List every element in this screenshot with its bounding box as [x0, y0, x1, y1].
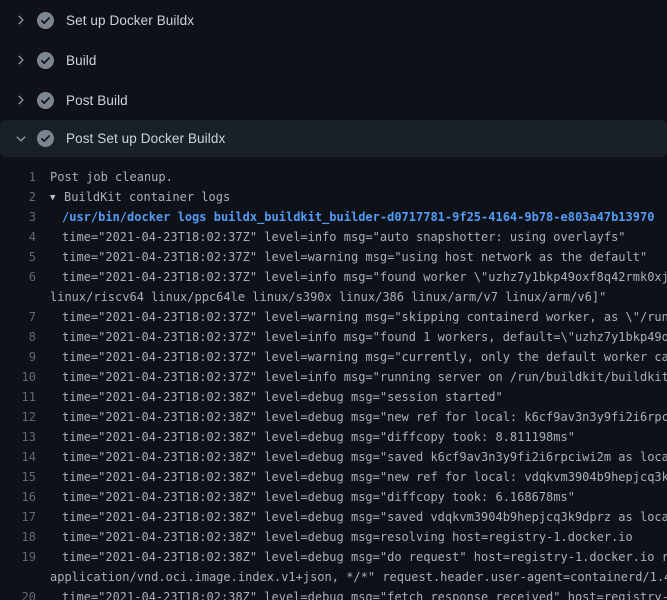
- log-line: 8 time="2021-04-23T18:02:37Z" level=info …: [0, 327, 667, 347]
- chevron-right-icon: [13, 92, 29, 108]
- log-group-toggle[interactable]: ▼BuildKit container logs: [50, 187, 230, 207]
- line-number[interactable]: 18: [0, 527, 36, 547]
- line-number[interactable]: 20: [0, 587, 36, 600]
- log-lines: 1 Post job cleanup. 2 ▼BuildKit container l…: [0, 167, 667, 600]
- line-number[interactable]: 8: [0, 327, 36, 347]
- log-line: 10 time="2021-04-23T18:02:37Z" level=info…: [0, 367, 667, 387]
- step-row-post-set-up-docker-buildx[interactable]: Post Set up Docker Buildx: [0, 120, 667, 157]
- step-list: Set up Docker Buildx Build Post Build: [0, 0, 667, 157]
- log-text: time="2021-04-23T18:02:38Z" level=debug …: [50, 547, 667, 567]
- line-number[interactable]: 4: [0, 227, 36, 247]
- log-line: 17 time="2021-04-23T18:02:38Z" level=debu…: [0, 507, 667, 527]
- line-number[interactable]: 7: [0, 307, 36, 327]
- line-number[interactable]: 10: [0, 367, 36, 387]
- log-text: time="2021-04-23T18:02:37Z" level=warnin…: [50, 247, 647, 267]
- step-label: Post Set up Docker Buildx: [66, 131, 225, 146]
- check-circle-icon: [37, 130, 54, 147]
- chevron-down-icon: [13, 131, 29, 147]
- line-number[interactable]: 15: [0, 467, 36, 487]
- step-label: Build: [66, 53, 97, 68]
- log-command-text: /usr/bin/docker logs buildx_buildkit_bui…: [50, 207, 654, 227]
- log-text: Post job cleanup.: [50, 167, 173, 187]
- log-line: 13 time="2021-04-23T18:02:38Z" level=debu…: [0, 427, 667, 447]
- log-line: 19 time="2021-04-23T18:02:38Z" level=debu…: [0, 547, 667, 567]
- log-line: 7 time="2021-04-23T18:02:37Z" level=warni…: [0, 307, 667, 327]
- log-text: time="2021-04-23T18:02:38Z" level=debug …: [50, 427, 575, 447]
- line-number[interactable]: 9: [0, 347, 36, 367]
- log-text: time="2021-04-23T18:02:38Z" level=debug …: [50, 387, 503, 407]
- line-number[interactable]: 19: [0, 547, 36, 567]
- collapse-triangle-icon: ▼: [50, 188, 64, 207]
- log-line: 15 time="2021-04-23T18:02:38Z" level=debu…: [0, 467, 667, 487]
- check-circle-icon: [37, 12, 54, 29]
- check-circle-icon: [37, 52, 54, 69]
- log-line: application/vnd.oci.image.index.v1+json,…: [0, 567, 667, 587]
- log-text: time="2021-04-23T18:02:37Z" level=info m…: [50, 367, 667, 387]
- line-number[interactable]: 3: [0, 207, 36, 227]
- log-line: 16 time="2021-04-23T18:02:38Z" level=debu…: [0, 487, 667, 507]
- log-line: 3/usr/bin/docker logs buildx_buildkit_bu…: [0, 207, 667, 227]
- workflow-log-viewer: Set up Docker Buildx Build Post Build: [0, 0, 667, 600]
- check-circle-icon: [37, 92, 54, 109]
- log-text: time="2021-04-23T18:02:38Z" level=debug …: [50, 447, 667, 467]
- step-row-set-up-docker-buildx[interactable]: Set up Docker Buildx: [0, 0, 667, 40]
- log-text: time="2021-04-23T18:02:38Z" level=debug …: [50, 527, 633, 547]
- line-number: [0, 567, 36, 587]
- log-area: 1 Post job cleanup. 2 ▼BuildKit container l…: [0, 157, 667, 600]
- log-line: 2 ▼BuildKit container logs: [0, 187, 667, 207]
- log-line: 4 time="2021-04-23T18:02:37Z" level=info …: [0, 227, 667, 247]
- step-label: Post Build: [66, 93, 128, 108]
- step-row-build[interactable]: Build: [0, 40, 667, 80]
- log-line: 6 time="2021-04-23T18:02:37Z" level=info …: [0, 267, 667, 287]
- line-number[interactable]: 13: [0, 427, 36, 447]
- line-number[interactable]: 16: [0, 487, 36, 507]
- log-text: time="2021-04-23T18:02:38Z" level=debug …: [50, 407, 667, 427]
- log-text: time="2021-04-23T18:02:37Z" level=warnin…: [50, 347, 667, 367]
- log-text: time="2021-04-23T18:02:38Z" level=debug …: [50, 467, 667, 487]
- chevron-right-icon: [13, 52, 29, 68]
- log-text: time="2021-04-23T18:02:38Z" level=debug …: [50, 507, 667, 527]
- log-text: time="2021-04-23T18:02:38Z" level=debug …: [50, 587, 667, 600]
- log-line: 5 time="2021-04-23T18:02:37Z" level=warni…: [0, 247, 667, 267]
- log-line: 12 time="2021-04-23T18:02:38Z" level=debu…: [0, 407, 667, 427]
- line-number[interactable]: 17: [0, 507, 36, 527]
- line-number[interactable]: 2: [0, 187, 36, 207]
- log-line: linux/riscv64 linux/ppc64le linux/s390x …: [0, 287, 667, 307]
- line-number[interactable]: 11: [0, 387, 36, 407]
- line-number: [0, 287, 36, 307]
- log-text: time="2021-04-23T18:02:37Z" level=info m…: [50, 267, 667, 287]
- log-line: 18 time="2021-04-23T18:02:38Z" level=debu…: [0, 527, 667, 547]
- line-number[interactable]: 12: [0, 407, 36, 427]
- line-number[interactable]: 14: [0, 447, 36, 467]
- log-line: 14 time="2021-04-23T18:02:38Z" level=debu…: [0, 447, 667, 467]
- log-text: application/vnd.oci.image.index.v1+json,…: [50, 567, 667, 587]
- log-text: time="2021-04-23T18:02:37Z" level=info m…: [50, 227, 626, 247]
- chevron-right-icon: [13, 12, 29, 28]
- log-text: time="2021-04-23T18:02:37Z" level=warnin…: [50, 307, 667, 327]
- log-text: time="2021-04-23T18:02:38Z" level=debug …: [50, 487, 575, 507]
- line-number[interactable]: 5: [0, 247, 36, 267]
- log-line: 9 time="2021-04-23T18:02:37Z" level=warni…: [0, 347, 667, 367]
- step-row-post-build[interactable]: Post Build: [0, 80, 667, 120]
- log-line: 20 time="2021-04-23T18:02:38Z" level=debu…: [0, 587, 667, 600]
- log-text: linux/riscv64 linux/ppc64le linux/s390x …: [50, 287, 606, 307]
- log-line: 11 time="2021-04-23T18:02:38Z" level=debu…: [0, 387, 667, 407]
- log-text: time="2021-04-23T18:02:37Z" level=info m…: [50, 327, 667, 347]
- step-label: Set up Docker Buildx: [66, 13, 194, 28]
- log-line: 1 Post job cleanup.: [0, 167, 667, 187]
- line-number[interactable]: 6: [0, 267, 36, 287]
- line-number[interactable]: 1: [0, 167, 36, 187]
